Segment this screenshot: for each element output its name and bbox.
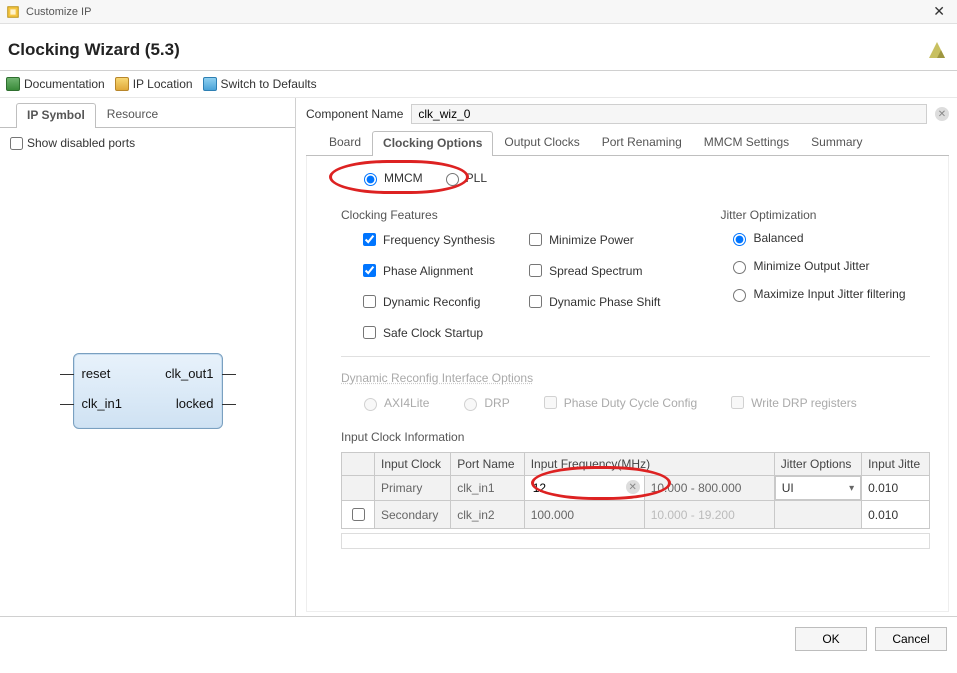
tab-resource[interactable]: Resource — [96, 102, 169, 127]
input-clock-table: Input Clock Port Name Input Frequency(MH… — [341, 452, 930, 529]
jitter-max-input-radio[interactable]: Maximize Input Jitter filtering — [728, 286, 905, 302]
secondary-port: clk_in2 — [451, 501, 524, 529]
write-drp-checkbox: Write DRP registers — [727, 393, 857, 412]
drp-radio: DRP — [459, 395, 509, 411]
clear-component-name-icon[interactable]: ✕ — [935, 107, 949, 121]
dynamic-reconfig-title: Dynamic Reconfig Interface Options — [341, 371, 930, 385]
input-clock-info-title: Input Clock Information — [341, 430, 930, 444]
minimize-power-checkbox[interactable]: Minimize Power — [525, 230, 660, 249]
show-disabled-ports-input[interactable] — [10, 137, 23, 150]
close-icon[interactable]: ✕ — [927, 3, 951, 20]
port-locked: locked — [176, 396, 214, 411]
primitive-mmcm-label: MMCM — [384, 171, 423, 185]
page-title: Clocking Wizard (5.3) — [8, 40, 925, 60]
horizontal-scrollbar[interactable] — [341, 533, 930, 549]
clear-freq-icon[interactable]: ✕ — [626, 480, 640, 494]
clocking-features-title: Clocking Features — [341, 208, 660, 222]
primary-range: 10.000 - 800.000 — [644, 476, 774, 501]
tab-ip-symbol[interactable]: IP Symbol — [16, 103, 96, 128]
secondary-enable-checkbox[interactable] — [342, 501, 375, 529]
switch-defaults-link[interactable]: Switch to Defaults — [203, 77, 317, 91]
col-jitter-options: Jitter Options — [774, 453, 861, 476]
tab-board[interactable]: Board — [318, 130, 372, 155]
window-title: Customize IP — [26, 6, 927, 18]
ip-location-label: IP Location — [133, 77, 193, 91]
ok-button[interactable]: OK — [795, 627, 867, 651]
safe-clock-startup-checkbox[interactable]: Safe Clock Startup — [359, 323, 495, 342]
table-row-secondary: Secondary clk_in2 100.000 10.000 - 19.20… — [342, 501, 930, 529]
folder-icon — [115, 77, 129, 91]
col-input-freq: Input Frequency(MHz) — [524, 453, 774, 476]
primitive-mmcm-input[interactable] — [364, 173, 377, 186]
switch-defaults-label: Switch to Defaults — [221, 77, 317, 91]
primary-port: clk_in1 — [451, 476, 524, 501]
phase-duty-checkbox: Phase Duty Cycle Config — [540, 393, 697, 412]
show-disabled-ports-label: Show disabled ports — [27, 136, 135, 150]
secondary-name: Secondary — [375, 501, 451, 529]
spread-spectrum-checkbox[interactable]: Spread Spectrum — [525, 261, 660, 280]
port-reset: reset — [82, 366, 111, 381]
vendor-logo — [925, 38, 949, 62]
component-name-label: Component Name — [306, 107, 403, 121]
ip-location-link[interactable]: IP Location — [115, 77, 193, 91]
tab-summary[interactable]: Summary — [800, 130, 873, 155]
port-clk-out1: clk_out1 — [165, 366, 213, 381]
primitive-pll-input[interactable] — [446, 173, 459, 186]
dynamic-phase-shift-checkbox[interactable]: Dynamic Phase Shift — [525, 292, 660, 311]
col-input-clock: Input Clock — [375, 453, 451, 476]
primitive-pll-radio[interactable]: PLL — [441, 170, 487, 186]
app-icon — [6, 5, 20, 19]
tab-clocking-options[interactable]: Clocking Options — [372, 131, 493, 156]
jitter-min-output-radio[interactable]: Minimize Output Jitter — [728, 258, 905, 274]
tab-output-clocks[interactable]: Output Clocks — [493, 130, 590, 155]
chevron-down-icon: ▾ — [845, 483, 854, 494]
show-disabled-ports-checkbox[interactable]: Show disabled ports — [10, 136, 135, 150]
port-clk-in1: clk_in1 — [82, 396, 122, 411]
ip-block-diagram: reset clk_in1 clk_out1 locked — [73, 353, 223, 429]
refresh-icon — [203, 77, 217, 91]
primary-freq-input[interactable] — [531, 480, 638, 496]
secondary-freq: 100.000 — [524, 501, 644, 529]
table-row-primary: Primary clk_in1 ✕ 10.000 - 800.000 UI ▾ … — [342, 476, 930, 501]
secondary-jitter-value: 0.010 — [862, 501, 930, 529]
documentation-link[interactable]: Documentation — [6, 77, 105, 91]
primary-name: Primary — [375, 476, 451, 501]
tab-port-renaming[interactable]: Port Renaming — [591, 130, 693, 155]
primitive-pll-label: PLL — [466, 171, 487, 185]
axi4lite-radio: AXI4Lite — [359, 395, 429, 411]
primitive-mmcm-radio[interactable]: MMCM — [359, 170, 423, 186]
jitter-optimization-title: Jitter Optimization — [720, 208, 905, 222]
cancel-button[interactable]: Cancel — [875, 627, 947, 651]
primary-jitter-value[interactable]: 0.010 — [862, 476, 930, 501]
component-name-input[interactable] — [411, 104, 927, 124]
book-icon — [6, 77, 20, 91]
jitter-balanced-radio[interactable]: Balanced — [728, 230, 905, 246]
col-input-jitter: Input Jitte — [862, 453, 930, 476]
primary-jitter-options-dropdown[interactable]: UI ▾ — [775, 476, 861, 500]
secondary-range: 10.000 - 19.200 — [644, 501, 774, 529]
documentation-label: Documentation — [24, 77, 105, 91]
col-enable — [342, 453, 375, 476]
col-port-name: Port Name — [451, 453, 524, 476]
tab-mmcm-settings[interactable]: MMCM Settings — [693, 130, 800, 155]
secondary-jitter-options — [774, 501, 861, 529]
phase-alignment-checkbox[interactable]: Phase Alignment — [359, 261, 495, 280]
freq-synthesis-checkbox[interactable]: Frequency Synthesis — [359, 230, 495, 249]
dynamic-reconfig-checkbox[interactable]: Dynamic Reconfig — [359, 292, 495, 311]
primary-enable-lock — [342, 476, 375, 501]
